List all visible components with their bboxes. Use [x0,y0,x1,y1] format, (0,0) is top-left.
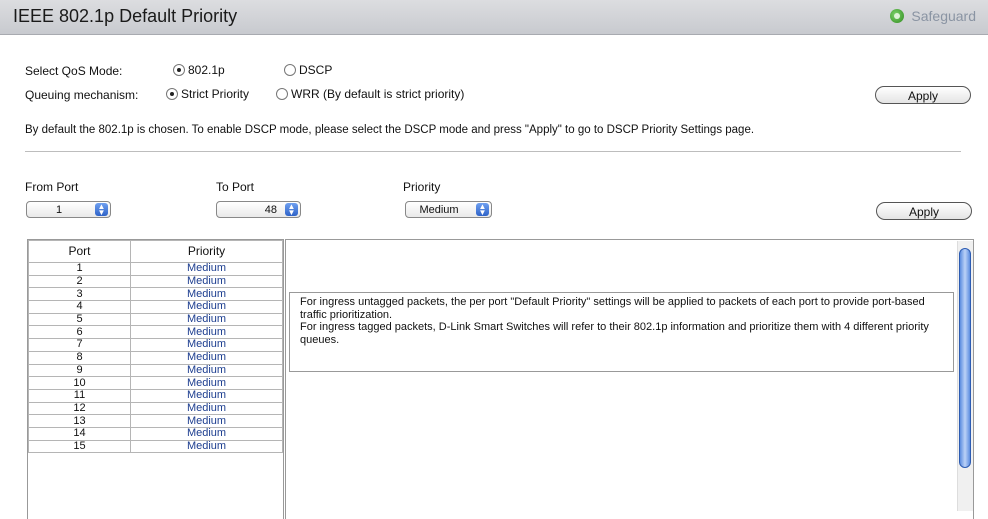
help-note-line: For ingress tagged packets, D-Link Smart… [300,321,929,346]
table-row: 10 Medium [28,376,283,390]
stepper-arrows-icon: ▲ ▼ [95,202,108,216]
qos-apply-button[interactable]: Apply [875,86,971,104]
scrollbar-thumb[interactable] [959,248,971,468]
priority-select[interactable]: Medium ▲ ▼ [405,201,492,218]
queuing-strict-priority-label: Strict Priority [181,87,250,101]
priority-value: Medium [419,203,459,216]
priority-label: Priority [403,180,441,194]
port-cell: 2 [28,274,131,289]
from-port-select[interactable]: 1 ▲ ▼ [26,201,111,218]
priority-cell: Medium [130,262,283,276]
safeguard-label: Safeguard [911,8,976,24]
table-body: 1 Medium 2 Medium 3 Medium 4 Medium 5 Medium 6 Medi… [28,262,283,454]
port-cell: 8 [28,350,131,365]
port-column-header: Port [28,240,131,263]
priority-cell: Medium [130,287,283,302]
qos-mode-dscp-radio[interactable]: DSCP [284,63,332,77]
table-row: 12 Medium [28,401,283,416]
port-apply-button[interactable]: Apply [876,202,972,220]
divider [25,151,961,152]
to-port-value: 48 [264,203,277,216]
port-cell: 3 [28,287,131,302]
port-cell: 13 [28,414,131,428]
priority-cell: Medium [130,388,283,403]
queuing-wrr-radio[interactable]: WRR (By default is strict priority) [276,87,464,101]
table-row: 13 Medium [28,414,283,428]
info-text: By default the 802.1p is chosen. To enab… [25,124,755,136]
table-row: 7 Medium [28,338,283,352]
priority-cell: Medium [130,439,283,454]
port-cell: 12 [28,401,131,416]
port-cell: 5 [28,312,131,327]
qos-mode-8021p-radio[interactable]: 802.1p [173,63,225,77]
table-row: 9 Medium [28,363,283,378]
to-port-select[interactable]: 48 ▲ ▼ [216,201,301,218]
safeguard-indicator[interactable]: Safeguard [890,8,976,24]
port-cell: 11 [28,388,131,403]
port-cell: 9 [28,363,131,378]
priority-cell: Medium [130,414,283,428]
priority-cell: Medium [130,363,283,378]
queuing-wrr-label: WRR (By default is strict priority) [291,87,465,101]
port-priority-table-container: Port Priority 1 Medium 2 Medium 3 Medium 4 Medi… [27,239,284,519]
radio-unselected-icon [276,88,288,100]
priority-cell: Medium [130,274,283,289]
priority-cell: Medium [130,401,283,416]
priority-cell: Medium [130,376,283,390]
priority-column-header: Priority [130,240,283,263]
queuing-mechanism-label: Queuing mechanism: [25,88,139,102]
help-note-line: For ingress untagged packets, the per po… [300,296,925,321]
qos-mode-label: Select QoS Mode: [25,64,123,78]
to-port-label: To Port [216,180,255,194]
page-title: IEEE 802.1p Default Priority [13,6,238,26]
table-row: 6 Medium [28,325,283,340]
stepper-arrows-icon: ▲ ▼ [285,202,298,216]
table-row: 5 Medium [28,312,283,327]
radio-selected-icon [166,88,178,100]
safeguard-status-icon [890,9,905,23]
help-panel [285,239,974,519]
priority-cell: Medium [130,312,283,327]
stepper-arrows-icon: ▲ ▼ [476,202,489,216]
radio-selected-icon [173,64,185,76]
table-row: 15 Medium [28,439,283,454]
port-cell: 4 [28,300,131,314]
table-row: 11 Medium [28,388,283,403]
port-cell: 15 [28,439,131,454]
table-row: 4 Medium [28,300,283,314]
qos-mode-8021p-label: 802.1p [188,63,225,77]
help-note: For ingress untagged packets, the per po… [289,292,954,372]
priority-cell: Medium [130,426,283,441]
table-row: 1 Medium [28,262,283,276]
priority-cell: Medium [130,325,283,340]
from-port-label: From Port [25,180,79,194]
port-cell: 14 [28,426,131,441]
from-port-value: 1 [55,203,63,216]
table-row: 8 Medium [28,350,283,365]
port-cell: 10 [28,376,131,390]
port-cell: 1 [28,262,131,276]
queuing-strict-priority-radio[interactable]: Strict Priority [166,87,249,101]
table-row: 2 Medium [28,274,283,289]
qos-mode-dscp-label: DSCP [299,63,333,77]
radio-unselected-icon [284,64,296,76]
table-row: 14 Medium [28,426,283,441]
priority-cell: Medium [130,300,283,314]
port-cell: 6 [28,325,131,340]
priority-cell: Medium [130,338,283,352]
table-row: 3 Medium [28,287,283,302]
port-priority-table: Port Priority 1 Medium 2 Medium 3 Medium 4 Medi… [28,240,283,454]
table-header-row: Port Priority [28,240,283,263]
title-bar: IEEE 802.1p Default Priority Safeguard [0,0,988,35]
priority-cell: Medium [130,350,283,365]
port-cell: 7 [28,338,131,352]
